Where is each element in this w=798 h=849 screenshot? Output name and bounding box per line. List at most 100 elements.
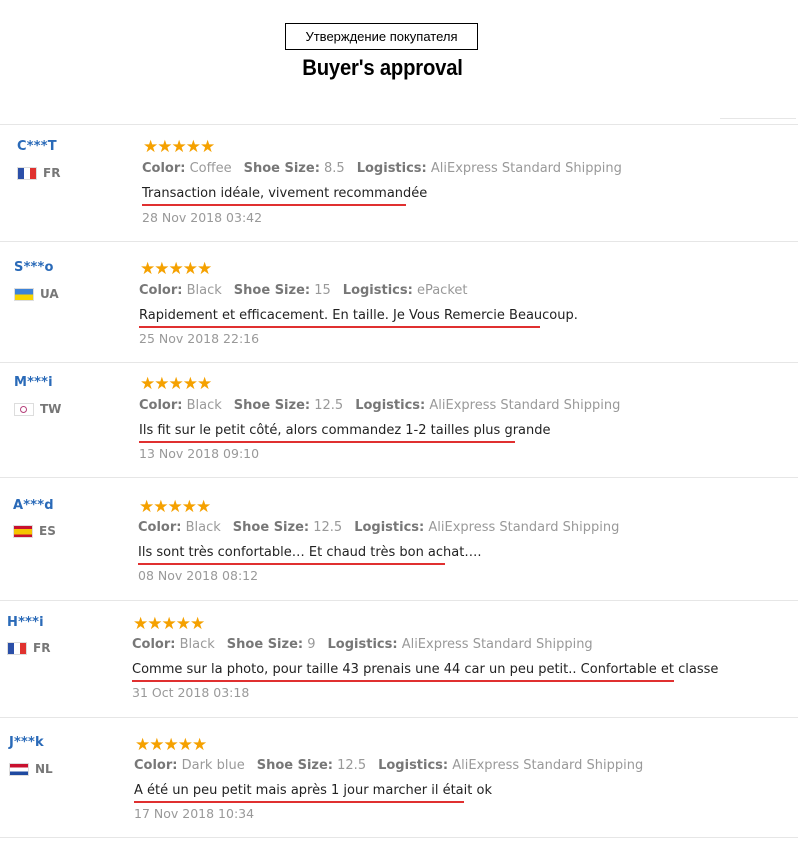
size-label: Shoe Size: [232, 520, 310, 535]
size-value: 8.5 [324, 161, 345, 176]
size-label: Shoe Size: [233, 283, 311, 298]
logistics-label: Logistics: [355, 398, 426, 413]
country-code: ES [39, 524, 56, 538]
size-value: 15 [314, 283, 331, 298]
logistics-value: AliExpress Standard Shipping [429, 398, 621, 413]
review-comment: Comme sur la photo, pour taille 43 prena… [132, 662, 719, 677]
country-flag-icon [14, 287, 34, 301]
rating-stars: ★★★★★ [139, 497, 211, 517]
size-value: 12.5 [313, 520, 343, 535]
logistics-value: ePacket [416, 283, 468, 298]
logistics-value: AliExpress Standard Shipping [452, 758, 644, 773]
order-details: Color: Black Shoe Size: 12.5 Logistics: Al… [139, 398, 632, 413]
logistics-label: Logistics: [354, 520, 425, 535]
country-code: TW [40, 402, 62, 416]
size-label: Shoe Size: [226, 637, 304, 652]
reviewer-name[interactable]: H***i [7, 615, 44, 630]
color-value: Black [179, 637, 215, 652]
corner-divider [720, 118, 796, 119]
country-code: FR [43, 166, 61, 180]
review-date: 25 Nov 2018 22:16 [139, 331, 260, 346]
color-value: Black [186, 283, 222, 298]
review-date: 28 Nov 2018 03:42 [142, 210, 263, 225]
logistics-value: AliExpress Standard Shipping [401, 637, 593, 652]
comment-underline [132, 680, 674, 682]
rating-stars: ★★★★★ [135, 735, 207, 755]
review-item: J***k NL ★★★★★ Color: Dark blue Shoe Size: 1… [0, 718, 798, 838]
comment-underline [142, 204, 406, 206]
country-flag-icon [9, 762, 29, 776]
order-details: Color: Black Shoe Size: 15 Logistics: ePac… [139, 283, 479, 298]
reviewer-country: ES [13, 524, 56, 538]
color-value: Dark blue [181, 758, 245, 773]
review-comment: A été un peu petit mais après 1 jour mar… [134, 783, 492, 798]
page-title: Buyer's approval [302, 55, 463, 80]
order-details: Color: Dark blue Shoe Size: 12.5 Logistics… [134, 758, 655, 773]
color-label: Color: [134, 758, 178, 773]
color-label: Color: [132, 637, 176, 652]
logistics-label: Logistics: [356, 161, 427, 176]
section-header: Утверждение покупателя Buyer's approval [0, 0, 798, 120]
logistics-label: Logistics: [342, 283, 413, 298]
rating-stars: ★★★★★ [140, 374, 212, 394]
review-item: C***T FR ★★★★★ Color: Coffee Shoe Size: 8.5 L… [0, 125, 798, 242]
size-value: 12.5 [314, 398, 344, 413]
reviewer-country: FR [17, 166, 60, 180]
review-comment: Ils sont très confortable… Et chaud très… [138, 545, 482, 560]
reviewer-country: UA [14, 287, 59, 301]
reviewer-country: NL [9, 762, 53, 776]
reviewer-country: TW [14, 402, 61, 416]
size-value: 9 [307, 637, 316, 652]
logistics-label: Logistics: [327, 637, 398, 652]
size-label: Shoe Size: [233, 398, 311, 413]
rating-stars: ★★★★★ [140, 259, 212, 279]
rating-stars: ★★★★★ [143, 137, 215, 157]
logistics-label: Logistics: [378, 758, 449, 773]
color-label: Color: [138, 520, 182, 535]
color-value: Coffee [189, 161, 232, 176]
color-label: Color: [142, 161, 186, 176]
comment-underline [134, 801, 464, 803]
logistics-value: AliExpress Standard Shipping [428, 520, 620, 535]
color-value: Black [185, 520, 221, 535]
order-details: Color: Black Shoe Size: 9 Logistics: AliEx… [132, 637, 605, 652]
country-flag-icon [17, 166, 37, 180]
review-date: 31 Oct 2018 03:18 [132, 685, 250, 700]
size-value: 12.5 [337, 758, 367, 773]
comment-underline [139, 441, 515, 443]
review-item: M***i TW ★★★★★ Color: Black Shoe Size: 12.5 L… [0, 363, 798, 478]
reviewer-name[interactable]: A***d [13, 498, 54, 513]
review-divider [0, 837, 798, 838]
country-flag-icon [14, 402, 34, 416]
review-item: A***d ES ★★★★★ Color: Black Shoe Size: 12.5 L… [0, 478, 798, 601]
comment-underline [138, 563, 445, 565]
review-item: H***i FR ★★★★★ Color: Black Shoe Size: 9 Logi… [0, 601, 798, 718]
rating-stars: ★★★★★ [133, 614, 205, 634]
country-flag-icon [7, 641, 27, 655]
review-comment: Transaction idéale, vivement recommandée [142, 186, 428, 201]
size-label: Shoe Size: [243, 161, 320, 176]
country-code: NL [35, 762, 53, 776]
reviewer-name[interactable]: J***k [9, 735, 44, 750]
review-date: 13 Nov 2018 09:10 [139, 446, 260, 461]
russian-label-box: Утверждение покупателя [285, 23, 478, 50]
logistics-value: AliExpress Standard Shipping [430, 161, 622, 176]
country-flag-icon [13, 524, 33, 538]
review-date: 08 Nov 2018 08:12 [138, 568, 259, 583]
review-item: S***o UA ★★★★★ Color: Black Shoe Size: 15 Log… [0, 242, 798, 363]
order-details: Color: Coffee Shoe Size: 8.5 Logistics: Al… [142, 161, 634, 176]
reviewer-name[interactable]: M***i [14, 375, 53, 390]
review-comment: Rapidement et efficacement. En taille. J… [139, 308, 578, 323]
size-label: Shoe Size: [256, 758, 333, 773]
color-value: Black [186, 398, 222, 413]
comment-underline [139, 326, 540, 328]
reviewer-name[interactable]: C***T [17, 139, 57, 154]
country-code: FR [33, 641, 51, 655]
color-label: Color: [139, 283, 183, 298]
country-code: UA [40, 287, 59, 301]
order-details: Color: Black Shoe Size: 12.5 Logistics: Al… [138, 520, 631, 535]
review-date: 17 Nov 2018 10:34 [134, 806, 255, 821]
reviewer-name[interactable]: S***o [14, 260, 54, 275]
review-comment: Ils fit sur le petit côté, alors command… [139, 423, 551, 438]
reviewer-country: FR [7, 641, 50, 655]
